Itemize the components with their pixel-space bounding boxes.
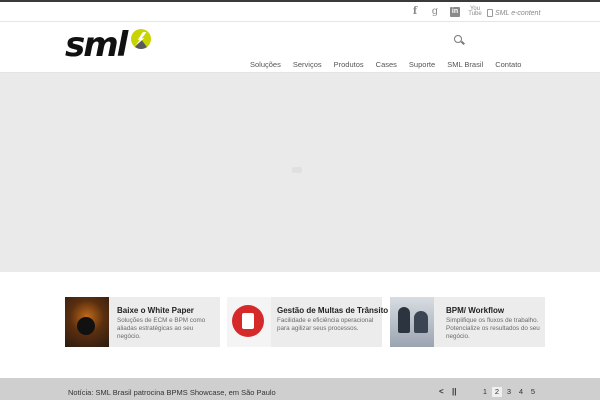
nav-item-contato[interactable]: Contato xyxy=(489,59,527,73)
ecm-login-link[interactable]: SML e-content xyxy=(487,7,540,19)
nav-item-solucoes[interactable]: Soluções xyxy=(244,59,287,73)
page-4-button[interactable]: 4 xyxy=(516,387,526,397)
nav-item-servicos[interactable]: Serviços xyxy=(287,59,328,73)
promo-title: Baixe o White Paper xyxy=(117,306,194,315)
logo-wordmark: sml xyxy=(65,25,128,65)
page-1-button[interactable]: 1 xyxy=(480,387,490,397)
lock-icon xyxy=(487,9,493,17)
prev-news-button[interactable]: < xyxy=(439,387,444,396)
promo-title: Gestão de Multas de Trânsito xyxy=(277,306,389,315)
nav-item-cases[interactable]: Cases xyxy=(370,59,403,73)
bomb-thumbnail xyxy=(65,297,109,347)
nav-item-suporte[interactable]: Suporte xyxy=(403,59,441,73)
business-people-thumbnail xyxy=(390,297,434,347)
nav-item-sml-brasil[interactable]: SML Brasil xyxy=(441,59,489,73)
news-pagination: 1 2 3 4 5 xyxy=(480,387,538,397)
promo-description: Soluções de ECM e BPM como aliadas estra… xyxy=(117,317,206,340)
slider-loading-indicator xyxy=(292,167,302,173)
promo-description: Facilidade e eficiência operacional para… xyxy=(277,317,374,332)
search-icon[interactable] xyxy=(454,35,462,43)
sml-logo[interactable]: sml xyxy=(65,26,157,64)
promo-white-paper[interactable]: Baixe o White Paper Soluções de ECM e BP… xyxy=(65,297,220,347)
linkedin-icon[interactable]: in xyxy=(450,7,460,17)
site-header: sml Soluções Serviços Produtos Cases Sup… xyxy=(0,23,600,73)
ecm-link-label: SML e-content xyxy=(495,9,541,17)
promo-traffic-fines[interactable]: Gestão de Multas de Trânsito Facilidade … xyxy=(227,297,388,347)
page-2-button[interactable]: 2 xyxy=(492,387,502,397)
facebook-icon[interactable]: f xyxy=(410,6,420,18)
promo-bpm-workflow[interactable]: BPM/ Workflow Simplifique os fluxos de t… xyxy=(390,297,545,347)
google-plus-icon[interactable]: g xyxy=(430,6,440,18)
promo-description: Simplifique os fluxos de trabalho. Poten… xyxy=(446,317,540,340)
pause-news-button[interactable]: || xyxy=(452,387,456,396)
promo-title: BPM/ Workflow xyxy=(446,306,505,315)
hero-slider[interactable] xyxy=(0,73,600,272)
page-3-button[interactable]: 3 xyxy=(504,387,514,397)
nav-item-produtos[interactable]: Produtos xyxy=(328,59,370,73)
top-bar: f g in You Tube SML e-content xyxy=(0,2,600,22)
news-ticker-bar: Notícia: SML Brasil patrocina BPMS Showc… xyxy=(0,378,600,400)
traffic-sign-thumbnail xyxy=(227,297,271,347)
youtube-icon[interactable]: You Tube xyxy=(468,6,482,17)
news-headline-link[interactable]: Notícia: SML Brasil patrocina BPMS Showc… xyxy=(68,388,276,397)
page-5-button[interactable]: 5 xyxy=(528,387,538,397)
main-nav: Soluções Serviços Produtos Cases Suporte… xyxy=(244,59,527,73)
lightning-badge-icon xyxy=(131,29,151,49)
